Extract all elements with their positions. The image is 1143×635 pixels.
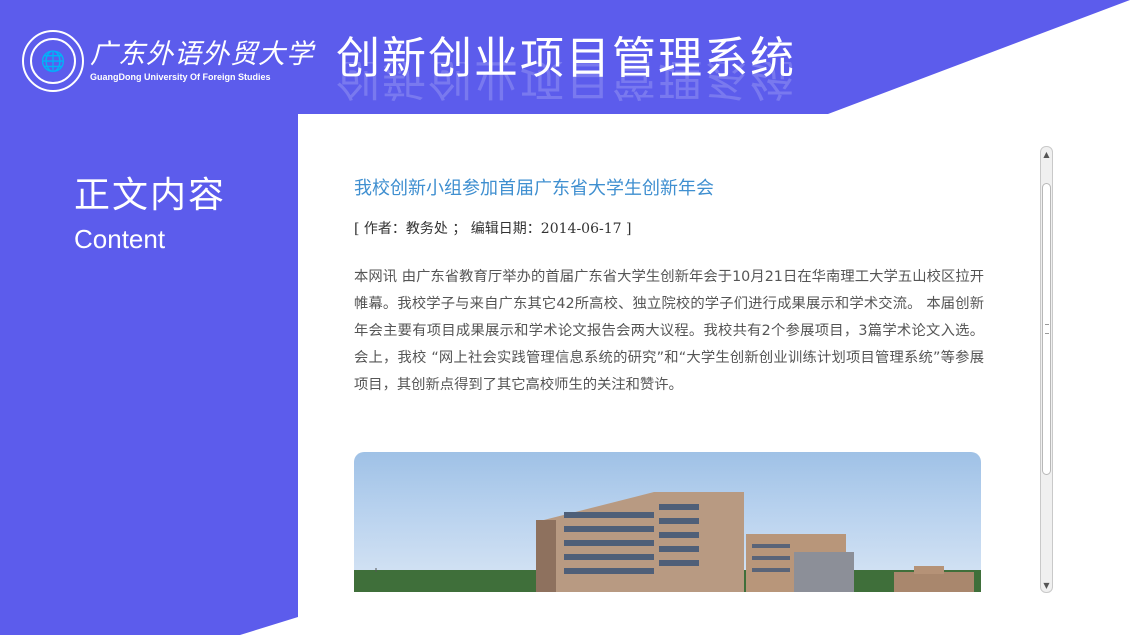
university-logo[interactable]: 🌐 广东外语外贸大学 GuangDong University Of Forei… [22,30,314,92]
scrollbar-thumb[interactable] [1042,183,1051,475]
article-body: 本网讯 由广东省教育厅举办的首届广东省大学生创新年会于10月21日在华南理工大学… [354,269,984,393]
grip-icon [1045,324,1049,334]
content-panel: 我校创新小组参加首届广东省大学生创新年会 [ 作者：教务处 ； 编辑日期：201… [298,114,1058,609]
article-meta: [ 作者：教务处 ； 编辑日期：2014-06-17 ] [354,221,632,237]
university-seal-icon: 🌐 [22,30,84,92]
system-title-reflection: 创新创业项目管理系统 [336,62,796,104]
campus-buildings-image [354,492,981,592]
section-title: 正文内容 [74,175,227,216]
section-subtitle: Content [74,224,166,254]
university-name-cn: 广东外语外贸大学 [90,39,314,70]
globe-icon: 🌐 [30,38,76,84]
scroll-down-icon[interactable]: ▼ [1041,578,1052,592]
article-photo [354,452,981,592]
university-name-en: GuangDong University Of Foreign Studies [90,72,271,82]
article-title[interactable]: 我校创新小组参加首届广东省大学生创新年会 [354,174,714,200]
scroll-up-icon[interactable]: ▲ [1041,147,1052,161]
scrollbar[interactable]: ▲ ▼ [1040,146,1053,593]
